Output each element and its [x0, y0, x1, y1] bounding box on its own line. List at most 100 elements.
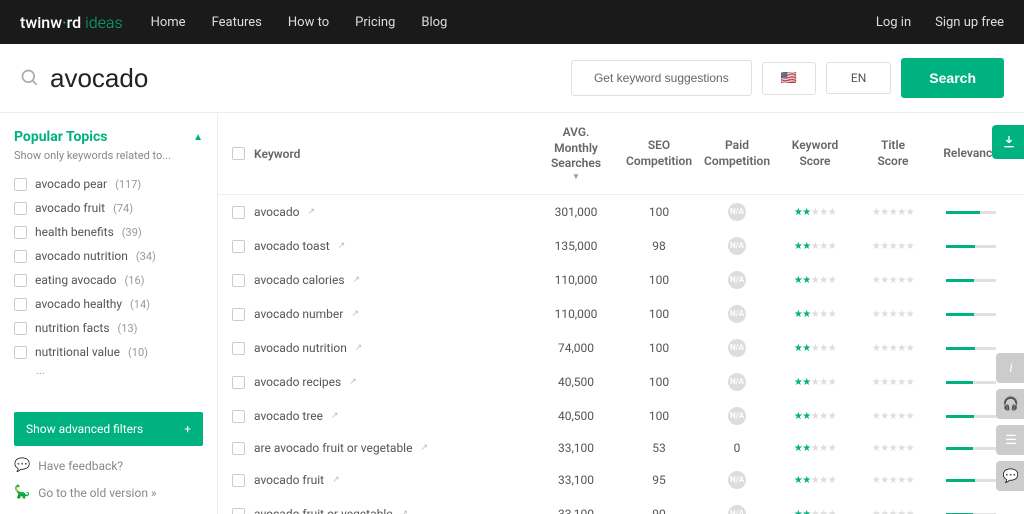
topic-checkbox[interactable]	[14, 322, 27, 335]
col-searches[interactable]: AVG.Monthly Searches▼	[532, 125, 620, 182]
external-link-icon[interactable]: ↗	[351, 309, 359, 319]
header-right: Log in Sign up free	[876, 15, 1004, 30]
language-selector[interactable]: EN	[826, 62, 891, 94]
old-version-link[interactable]: 🦕 Go to the old version »	[14, 485, 203, 500]
keyword-cell[interactable]: are avocado fruit or vegetable ↗	[254, 441, 532, 455]
paid-na-badge: N/A	[728, 271, 746, 289]
nav-blog[interactable]: Blog	[421, 15, 447, 30]
topic-count: (10)	[128, 346, 148, 359]
searches-cell: 301,000	[532, 205, 620, 219]
kwscore-cell: ★★★★★	[776, 377, 854, 388]
topic-checkbox[interactable]	[14, 202, 27, 215]
external-link-icon[interactable]: ↗	[349, 377, 357, 387]
col-paid[interactable]: PaidCompetition	[698, 138, 776, 169]
suggestions-button[interactable]: Get keyword suggestions	[571, 60, 752, 96]
row-checkbox[interactable]	[232, 240, 245, 253]
keyword-cell[interactable]: avocado calories ↗	[254, 273, 532, 287]
feedback-link[interactable]: 💬 Have feedback?	[14, 458, 203, 473]
support-tool-icon[interactable]: 🎧	[996, 389, 1024, 419]
topic-item[interactable]: health benefits (39)	[14, 220, 203, 244]
keyword-cell[interactable]: avocado recipes ↗	[254, 375, 532, 389]
topic-checkbox[interactable]	[14, 178, 27, 191]
keyword-cell[interactable]: avocado number ↗	[254, 307, 532, 321]
content-area: Popular Topics ▲ Show only keywords rela…	[0, 113, 1024, 514]
topic-checkbox[interactable]	[14, 226, 27, 239]
col-keyword[interactable]: Keyword	[254, 147, 532, 161]
logo-ideas: ideas	[85, 13, 122, 32]
topic-item[interactable]: avocado nutrition (34)	[14, 244, 203, 268]
external-link-icon[interactable]: ↗	[307, 207, 315, 217]
topic-checkbox[interactable]	[14, 250, 27, 263]
topic-item[interactable]: eating avocado (16)	[14, 268, 203, 292]
keyword-text: avocado fruit	[254, 473, 324, 487]
keyword-text: avocado toast	[254, 239, 330, 253]
paid-cell: N/A	[698, 339, 776, 357]
row-checkbox[interactable]	[232, 474, 245, 487]
nav-howto[interactable]: How to	[288, 15, 329, 30]
row-checkbox[interactable]	[232, 442, 245, 455]
seo-cell: 100	[620, 307, 698, 321]
top-header: twinw·rdideas Home Features How to Prici…	[0, 0, 1024, 44]
keyword-cell[interactable]: avocado fruit or vegetable ↗	[254, 507, 532, 514]
topic-item[interactable]: avocado healthy (14)	[14, 292, 203, 316]
login-link[interactable]: Log in	[876, 15, 911, 30]
topics-more[interactable]: ...	[14, 364, 203, 377]
keyword-text: are avocado fruit or vegetable	[254, 441, 412, 455]
topic-item[interactable]: avocado fruit (74)	[14, 196, 203, 220]
keyword-cell[interactable]: avocado fruit ↗	[254, 473, 532, 487]
row-checkbox[interactable]	[232, 376, 245, 389]
topic-item[interactable]: avocado pear (117)	[14, 172, 203, 196]
topic-item[interactable]: nutrition facts (13)	[14, 316, 203, 340]
search-button[interactable]: Search	[901, 58, 1004, 98]
advanced-filters-button[interactable]: Show advanced filters +	[14, 412, 203, 446]
row-checkbox[interactable]	[232, 274, 245, 287]
chat-tool-icon[interactable]: 💬	[996, 461, 1024, 491]
nav-features[interactable]: Features	[212, 15, 262, 30]
info-tool-icon[interactable]: i	[996, 353, 1024, 383]
col-seo[interactable]: SEOCompetition	[620, 138, 698, 169]
kwscore-cell: ★★★★★	[776, 443, 854, 454]
doc-tool-icon[interactable]: ☰	[996, 425, 1024, 455]
search-icon	[20, 68, 40, 88]
nav-home[interactable]: Home	[151, 15, 186, 30]
searches-cell: 110,000	[532, 273, 620, 287]
external-link-icon[interactable]: ↗	[420, 443, 428, 453]
keyword-cell[interactable]: avocado nutrition ↗	[254, 341, 532, 355]
external-link-icon[interactable]: ↗	[353, 275, 361, 285]
topics-panel-title[interactable]: Popular Topics ▲	[14, 129, 203, 145]
external-link-icon[interactable]: ↗	[355, 343, 363, 353]
seo-cell: 53	[620, 441, 698, 455]
topic-checkbox[interactable]	[14, 298, 27, 311]
download-button[interactable]	[992, 125, 1024, 159]
row-checkbox[interactable]	[232, 308, 245, 321]
row-checkbox[interactable]	[232, 410, 245, 423]
row-checkbox[interactable]	[232, 206, 245, 219]
topic-label: nutrition facts	[35, 321, 110, 335]
keyword-input[interactable]	[50, 63, 561, 94]
signup-link[interactable]: Sign up free	[935, 15, 1004, 30]
kwscore-cell: ★★★★★	[776, 509, 854, 514]
keyword-cell[interactable]: avocado ↗	[254, 205, 532, 219]
topic-checkbox[interactable]	[14, 346, 27, 359]
country-selector[interactable]: 🇺🇸	[762, 62, 816, 95]
col-kwscore[interactable]: KeywordScore	[776, 138, 854, 169]
keyword-cell[interactable]: avocado tree ↗	[254, 409, 532, 423]
plus-icon: +	[184, 422, 191, 436]
table-row: avocado fruit or vegetable ↗33,10090N/A★…	[218, 497, 1024, 514]
topic-checkbox[interactable]	[14, 274, 27, 287]
paid-cell: N/A	[698, 407, 776, 425]
keyword-cell[interactable]: avocado toast ↗	[254, 239, 532, 253]
row-checkbox[interactable]	[232, 508, 245, 514]
logo[interactable]: twinw·rdideas	[20, 13, 123, 32]
external-link-icon[interactable]: ↗	[332, 475, 340, 485]
select-all-checkbox[interactable]	[232, 147, 245, 160]
topic-item[interactable]: nutritional value (10)	[14, 340, 203, 364]
external-link-icon[interactable]: ↗	[338, 241, 346, 251]
advanced-filters-label: Show advanced filters	[26, 422, 143, 436]
external-link-icon[interactable]: ↗	[331, 411, 339, 421]
nav-pricing[interactable]: Pricing	[355, 15, 395, 30]
kwscore-cell: ★★★★★	[776, 275, 854, 286]
external-link-icon[interactable]: ↗	[401, 509, 409, 514]
col-titlescore[interactable]: TitleScore	[854, 138, 932, 169]
row-checkbox[interactable]	[232, 342, 245, 355]
